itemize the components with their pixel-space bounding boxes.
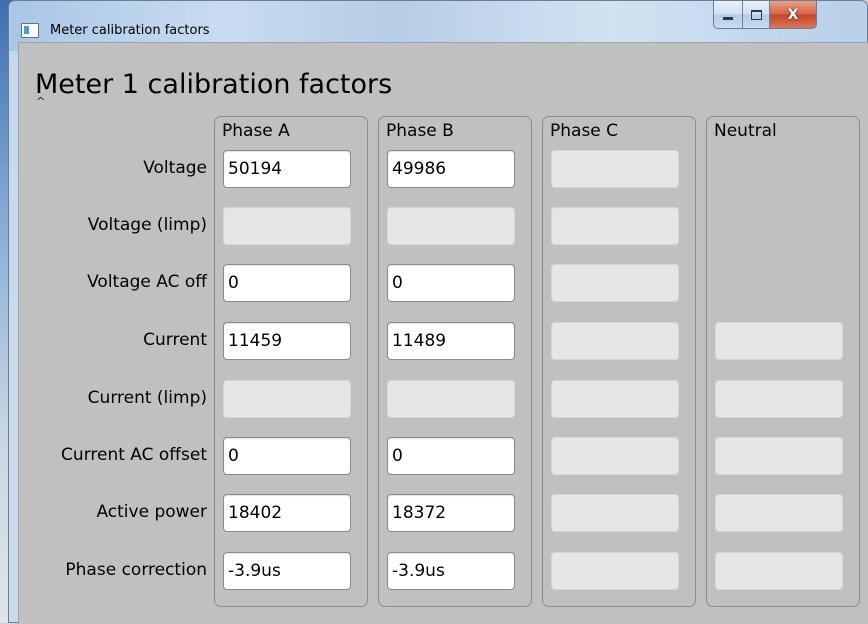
current-ac-offset-phase-c-field [551,437,679,475]
voltage-limp-phase-b-field [387,207,515,245]
current-phase-a-field[interactable] [223,322,351,360]
page-title: Meter 1 calibration factors [35,69,393,100]
column-header-phase-c: Phase C [550,121,619,141]
group-phase-c [542,116,696,607]
voltage-phase-b-field[interactable] [387,150,515,188]
voltage-limp-phase-a-field [223,207,351,245]
row-label-active-power: Active power [96,502,207,522]
active-power-neutral-field [715,494,843,532]
column-header-phase-b: Phase B [386,121,454,141]
maximize-icon [750,9,762,20]
voltage-limp-phase-c-field [551,207,679,245]
current-limp-phase-c-field [551,380,679,418]
group-neutral [706,116,860,607]
close-icon: X [787,6,799,23]
voltage-phase-c-field [551,150,679,188]
row-label-current: Current [143,330,207,350]
row-label-phase-correction: Phase correction [65,560,207,580]
maximize-button[interactable] [742,1,770,29]
row-label-voltage: Voltage [143,158,207,178]
active-power-phase-b-field[interactable] [387,494,515,532]
phase-correction-phase-c-field [551,552,679,590]
phase-correction-phase-b-field[interactable] [387,552,515,590]
app-window-icon[interactable] [21,23,39,38]
dialog-client-area: Meter 1 calibration factors ^ Phase A Ph… [18,42,868,624]
close-button[interactable]: X [769,1,817,29]
current-ac-offset-neutral-field [715,437,843,475]
voltage-phase-a-field[interactable] [223,150,351,188]
current-phase-b-field[interactable] [387,322,515,360]
voltage-ac-off-phase-b-field[interactable] [387,264,515,302]
row-label-current-limp: Current (limp) [87,388,207,408]
current-ac-offset-phase-a-field[interactable] [223,437,351,475]
heading-caret-mark: ^ [36,95,46,108]
phase-correction-phase-a-field[interactable] [223,552,351,590]
active-power-phase-c-field [551,494,679,532]
minimize-icon [723,17,733,20]
voltage-ac-off-phase-a-field[interactable] [223,264,351,302]
row-label-voltage-limp: Voltage (limp) [87,215,207,235]
group-phase-a [214,116,368,607]
voltage-ac-off-phase-c-field [551,264,679,302]
minimize-button[interactable] [713,1,743,29]
current-limp-phase-b-field [387,380,515,418]
group-phase-b [378,116,532,607]
current-phase-c-field [551,322,679,360]
current-limp-neutral-field [715,380,843,418]
current-neutral-field [715,322,843,360]
column-header-neutral: Neutral [714,121,777,141]
row-label-current-ac-offset: Current AC offset [61,445,207,465]
active-power-phase-a-field[interactable] [223,494,351,532]
app-window: Meter calibration factors X Meter 1 cali… [8,0,868,624]
current-ac-offset-phase-b-field[interactable] [387,437,515,475]
column-header-phase-a: Phase A [222,121,290,141]
row-label-voltage-ac-off: Voltage AC off [87,272,207,292]
current-limp-phase-a-field [223,380,351,418]
phase-correction-neutral-field [715,552,843,590]
window-title: Meter calibration factors [50,23,210,38]
